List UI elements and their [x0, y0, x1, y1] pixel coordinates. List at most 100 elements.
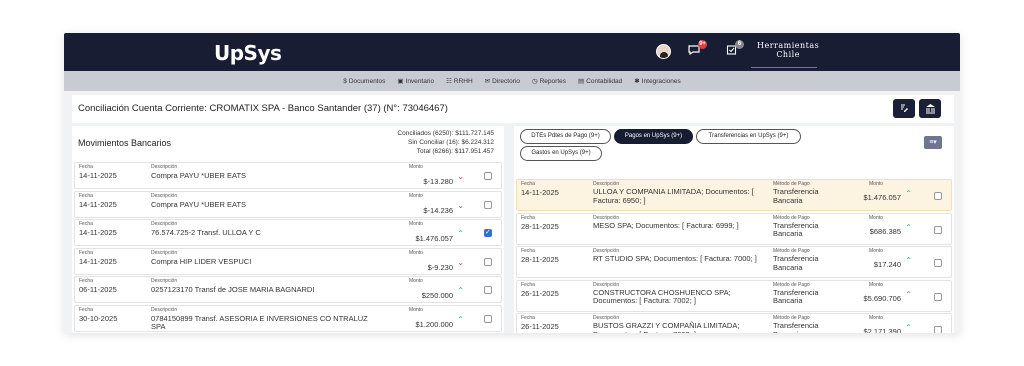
menu-item-integraciones[interactable]: ✱ Integraciones [634, 77, 680, 86]
menu-item-label: Reportes [539, 77, 566, 85]
fecha-label: Fecha [79, 278, 93, 284]
integrations-icon: ✱ [634, 78, 640, 85]
brand-line2: Chile [776, 50, 800, 59]
monto-label: Monto [869, 248, 883, 254]
bank-movement-row[interactable]: Fecha Descripción Monto 14-11-2025 Compra PA… [74, 190, 502, 218]
payment-description: MESO SPA; Documentos: [ Factura: 6999; ] [593, 220, 739, 230]
movement-checkbox[interactable] [484, 314, 492, 323]
tab-2[interactable]: Transferencias en UpSys (9+) [696, 129, 801, 144]
filter-menu-button[interactable]: ≡▾ [924, 136, 942, 149]
metodo-label: Método de Pago [773, 214, 810, 221]
menu-item-contabilidad[interactable]: ▤ Contabilidad [577, 77, 623, 86]
bank-movement-row[interactable]: Fecha Descripción Monto 06-11-2025 025712317… [74, 276, 502, 303]
monto-label: Monto [409, 278, 423, 284]
payment-date: 26-11-2025 [521, 288, 559, 298]
arrow-up-icon: ⌃ [905, 323, 912, 332]
movement-checkbox[interactable] [484, 257, 492, 266]
payment-row[interactable]: Fecha Descripción Método de Pago Monto 26-11… [516, 279, 952, 312]
bank-movement-row[interactable]: Fecha Descripción Monto 14-11-2025 76.574.72… [74, 219, 502, 246]
tab-1[interactable]: Pagos en UpSys (9+) [614, 129, 693, 144]
upsys-logo[interactable]: UpSys [214, 41, 282, 65]
payment-checkbox[interactable] [934, 326, 942, 333]
tab-0[interactable]: DTEs Pdtes de Pago (9+) [520, 129, 611, 144]
payment-checkbox[interactable] [934, 192, 942, 200]
payment-amount: $1.476.057 [863, 193, 901, 202]
company-brand[interactable]: Herramientas Chile [757, 41, 819, 59]
app-window: UpSys 9+ 6 Herramientas Chile $ Documento… [64, 33, 960, 333]
payment-description: BUSTOS GRAZZI Y COMPAÑIA LIMITADA; Docum… [593, 321, 740, 333]
movement-amount: $-9.230 [427, 262, 453, 272]
movement-amount: $-14.236 [423, 205, 453, 215]
edit-settings-button[interactable] [893, 99, 915, 118]
metodo-label: Método de Pago [773, 281, 810, 288]
bank-movements-title: Movimientos Bancarios [78, 138, 172, 148]
fecha-label: Fecha [79, 249, 93, 256]
payment-checkbox[interactable] [934, 292, 942, 301]
payment-row[interactable]: Fecha Descripción Método de Pago Monto 14-11… [516, 179, 952, 211]
movement-date: 06-11-2025 [79, 285, 117, 294]
menu-item-inventario[interactable]: ▣ Inventario [397, 77, 434, 86]
arrow-down-icon: ⌄ [457, 257, 464, 267]
movement-date: 30-10-2025 [79, 313, 118, 323]
payment-method: Transferencia Bancaria [773, 287, 819, 305]
movement-checkbox[interactable] [484, 172, 492, 180]
tab-3[interactable]: Gastos en UpSys (9+) [520, 146, 602, 161]
movement-description: Compra PAYU *UBER EATS [151, 199, 247, 209]
arrow-down-icon: ⌄ [457, 172, 464, 181]
payment-amount: $17.240 [873, 260, 901, 269]
notifications-badge: 9+ [698, 40, 707, 49]
payment-date: 28-11-2025 [521, 221, 559, 231]
movement-checkbox[interactable] [484, 200, 492, 209]
inventory-icon: ▣ [397, 78, 404, 85]
movement-amount: $1.200.000 [415, 319, 453, 329]
fecha-label: Fecha [79, 192, 93, 199]
directory-icon: ✉ [484, 78, 491, 85]
fecha-label: Fecha [79, 306, 93, 313]
brand-line1: Herramientas [757, 41, 820, 50]
movement-checkbox[interactable] [484, 286, 492, 294]
fecha-label: Fecha [79, 221, 93, 227]
payment-checkbox[interactable] [934, 259, 942, 267]
payment-date: 26-11-2025 [521, 322, 559, 331]
menu-item-documentos[interactable]: $ Documentos [343, 78, 385, 85]
arrow-down-icon: ⌄ [457, 200, 464, 210]
menu-item-reportes[interactable]: ◷ Reportes [532, 77, 566, 86]
fecha-label: Fecha [521, 181, 535, 187]
arrow-up-icon: ⌃ [905, 189, 912, 198]
payment-row[interactable]: Fecha Descripción Método de Pago Monto 26-11… [516, 313, 952, 333]
movement-description: 0257123170 Transf de JOSE MARIA BAGNARDI [151, 285, 315, 294]
menu-item-directorio[interactable]: ✉ Directorio [484, 77, 520, 86]
payment-checkbox[interactable] [934, 225, 942, 234]
payment-description: CONSTRUCTORA CHOSHUENCO SPA; Documentos:… [593, 287, 731, 305]
movement-description: Compra PAYU *UBER EATS [151, 171, 247, 180]
accounting-icon: ▤ [577, 78, 585, 85]
monto-label: Monto [409, 164, 423, 170]
monto-label: Monto [409, 306, 423, 313]
arrow-up-icon: ⌃ [457, 229, 464, 238]
menu-item-label: Contabilidad [586, 77, 623, 85]
top-navbar: UpSys 9+ 6 Herramientas Chile [64, 33, 960, 71]
movement-checkbox[interactable] [484, 228, 492, 237]
bank-movement-row[interactable]: Fecha Descripción Monto 14-11-2025 Compra HI… [74, 247, 502, 275]
fecha-label: Fecha [521, 214, 535, 221]
user-avatar[interactable] [656, 44, 671, 59]
payment-method: Transferencia Bancaria [773, 321, 819, 333]
stat-conciliados: Conciliados (6250): $111.727.145 [397, 130, 494, 137]
menu-item-label: RRHH [453, 77, 473, 85]
page-header: Conciliación Cuenta Corriente: CROMATIX … [72, 95, 954, 123]
monto-label: Monto [869, 315, 883, 321]
bank-movement-row[interactable]: Fecha Descripción Monto 30-10-2025 078415089… [74, 304, 502, 332]
fecha-label: Fecha [521, 248, 535, 254]
menu-item-rrhh[interactable]: ☷ RRHH [446, 77, 473, 86]
bank-movement-row[interactable]: Fecha Descripción Monto 14-11-2025 Compra PA… [74, 162, 502, 189]
tasks-badge: 6 [735, 40, 744, 49]
menu-item-label: Documentos [348, 77, 386, 85]
monto-label: Monto [409, 192, 423, 199]
main-menu: $ Documentos ▣ Inventario ☷ RRHH ✉ Directorio ◷ R… [64, 71, 960, 91]
payment-row[interactable]: Fecha Descripción Método de Pago Monto 28-11… [516, 246, 952, 278]
movement-amount: $-13.280 [423, 177, 453, 186]
bank-icon[interactable] [919, 99, 941, 118]
payment-row[interactable]: Fecha Descripción Método de Pago Monto 28-11… [516, 212, 952, 245]
payment-description: ULLOA Y COMPANIA LIMITADA; Documentos: [… [593, 187, 754, 205]
logo-text: UpSys [214, 41, 282, 65]
